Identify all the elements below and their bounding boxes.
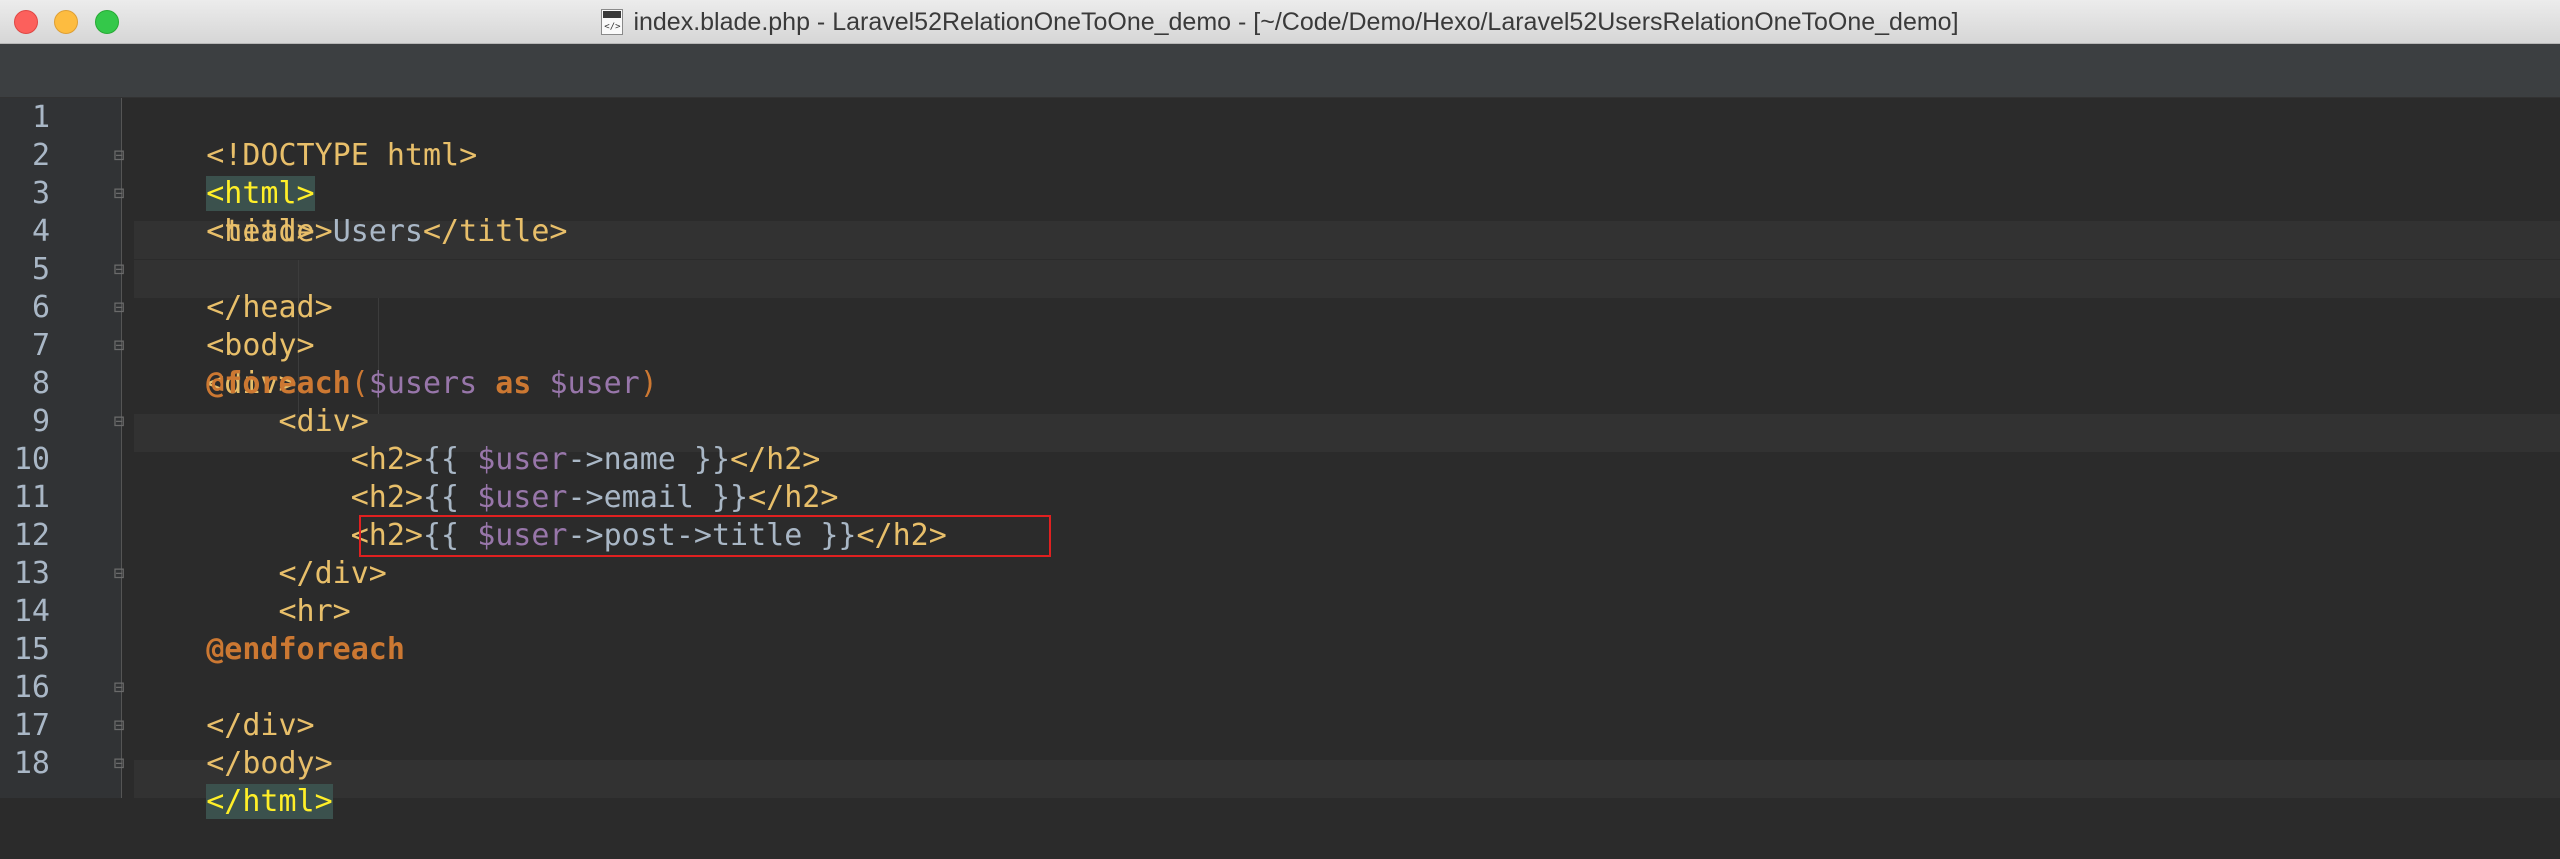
code-line-4: <title>Users</title> — [134, 213, 568, 251]
line-number: 18 — [13, 746, 50, 781]
line-number: 9 — [31, 404, 50, 439]
code-line-17: </body> — [134, 707, 332, 781]
users-variable: $users — [368, 366, 478, 401]
code-line-18: </html> — [134, 745, 333, 819]
paren-close: ) — [639, 366, 658, 401]
php-file-icon: </> — [601, 9, 624, 35]
line-number: 3 — [31, 176, 50, 211]
h2-open-tag: <h2> — [350, 442, 423, 477]
foreach-directive: @foreach — [206, 366, 351, 401]
line-number: 8 — [31, 366, 50, 401]
inner-div-open-tag: <div> — [278, 404, 369, 439]
code-line-15: @endforeach — [134, 631, 405, 669]
echo-open: {{ — [423, 442, 478, 477]
tab-strip — [0, 44, 2560, 98]
code-editor[interactable]: 1 2 3 4 5 6 7 8 9 10 11 12 13 14 15 16 1… — [0, 98, 2560, 819]
html-close-tag: </html> — [206, 784, 333, 819]
window-titlebar: </> index.blade.php - Laravel52RelationO… — [0, 0, 2560, 44]
fold-marker-icon[interactable]: ⊟ — [110, 403, 128, 441]
line-number: 6 — [31, 290, 50, 325]
as-keyword: as — [495, 366, 532, 401]
code-line-16: </div> — [134, 669, 314, 743]
fold-marker-icon[interactable]: ⊟ — [110, 289, 128, 327]
title-close-tag: </title> — [423, 214, 568, 249]
hr-tag: <hr> — [278, 594, 351, 629]
user-variable: $user — [477, 442, 568, 477]
code-line-5: </head> — [134, 251, 332, 325]
user-variable: $user — [549, 366, 640, 401]
code-line-3: <head> — [134, 175, 314, 249]
line-number: 5 — [31, 252, 50, 287]
email-expression: ->email }} — [567, 480, 749, 515]
code-line-6: <body> — [134, 289, 314, 363]
fold-marker-icon[interactable]: ⊟ — [110, 137, 128, 175]
code-line-13: </div> — [134, 555, 387, 593]
line-number: 15 — [13, 632, 50, 667]
line-number: 2 — [31, 138, 50, 173]
line-number: 11 — [13, 480, 50, 515]
line-number: 10 — [13, 442, 50, 477]
code-line-1: <!DOCTYPE html> — [134, 99, 477, 173]
line-number: 1 — [31, 100, 50, 135]
code-line-10: <h2>{{ $user->name }}</h2> — [134, 441, 821, 479]
echo-open: {{ — [423, 480, 478, 515]
endforeach-directive: @endforeach — [206, 632, 405, 667]
line-number: 7 — [31, 328, 50, 363]
line-number: 17 — [13, 708, 50, 743]
paren-open: ( — [350, 366, 369, 401]
code-line-7: <div> — [134, 327, 296, 401]
caret-row-highlight-9 — [134, 260, 2560, 298]
highlight-annotation-box — [359, 515, 1051, 557]
code-line-11: <h2>{{ $user->email }}</h2> — [134, 479, 839, 517]
title-open-tag: <title> — [206, 214, 333, 249]
title-text: Users — [332, 214, 423, 249]
code-line-14: <hr> — [134, 593, 351, 631]
line-number: 14 — [13, 594, 50, 629]
fold-marker-icon[interactable]: ⊟ — [110, 327, 128, 365]
h2-open-tag: <h2> — [350, 480, 423, 515]
fold-marker-icon[interactable]: ⊟ — [110, 175, 128, 213]
file-icon-label: </> — [604, 22, 621, 32]
user-variable: $user — [477, 480, 568, 515]
fold-end-icon[interactable]: ⊟ — [110, 745, 128, 783]
line-number: 12 — [13, 518, 50, 553]
fold-end-icon[interactable]: ⊟ — [110, 669, 128, 707]
window-title: index.blade.php - Laravel52RelationOneTo… — [633, 7, 1959, 36]
line-number: 16 — [13, 670, 50, 705]
name-expression: ->name }} — [567, 442, 731, 477]
line-number: 4 — [31, 214, 50, 249]
line-number: 13 — [13, 556, 50, 591]
fold-end-icon[interactable]: ⊟ — [110, 707, 128, 745]
title-container: </> index.blade.php - Laravel52RelationO… — [0, 0, 2560, 44]
fold-end-icon[interactable]: ⊟ — [110, 251, 128, 289]
code-line-8: @foreach($users as $user) — [134, 365, 658, 403]
code-line-9: <div> — [134, 403, 369, 441]
fold-end-icon[interactable]: ⊟ — [110, 555, 128, 593]
h2-close-tag: </h2> — [748, 480, 839, 515]
file-icon-band — [603, 11, 622, 18]
caret-row-highlight-18 — [134, 760, 2560, 798]
h2-close-tag: </h2> — [730, 442, 821, 477]
code-line-2: <html> — [134, 137, 315, 211]
inner-div-close-tag: </div> — [278, 556, 387, 591]
